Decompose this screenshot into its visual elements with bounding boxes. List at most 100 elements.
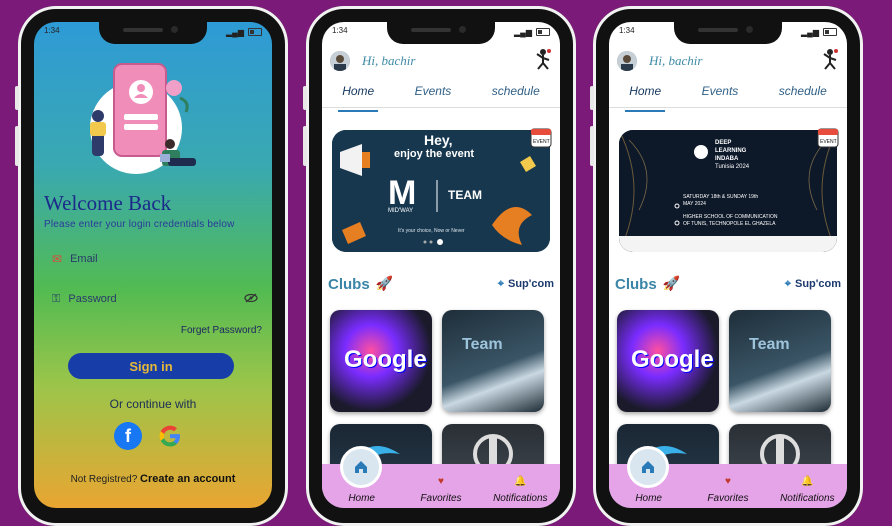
side-button: [590, 126, 594, 166]
login-illustration: [90, 63, 196, 174]
tab-home[interactable]: Home: [338, 84, 379, 112]
home-icon[interactable]: [340, 446, 382, 488]
phone-login: 1:34 ▂▄▆ Welcome Back Please enter your …: [15, 6, 288, 526]
nav-favorites[interactable]: ♥ Favorites: [693, 476, 763, 504]
banner-tagline: It's your choice, Now or Never: [398, 228, 465, 234]
avatar[interactable]: [330, 51, 350, 71]
notch: [387, 22, 495, 44]
status-time: 1:34: [332, 26, 348, 35]
mascot-icon: [534, 48, 552, 74]
google-icon[interactable]: [156, 422, 184, 450]
tab-home[interactable]: Home: [625, 84, 666, 112]
event-banner[interactable]: M Hey, enjoy the event MID'WAY TEAM It's…: [332, 130, 550, 252]
status-time: 1:34: [619, 26, 635, 35]
create-account-link[interactable]: Create an account: [140, 473, 235, 485]
banner-date: SATURDAY 18th & SUNDAY 19th: [683, 194, 759, 200]
login-subtitle: Please enter your login credentials belo…: [44, 219, 235, 230]
sign-in-button[interactable]: Sign in: [68, 353, 234, 379]
register-row: Not Registred? Create an account: [34, 473, 272, 485]
status-time: 1:34: [44, 26, 60, 35]
banner-month: MAY 2024: [683, 201, 706, 207]
bell-icon: 🔔: [801, 476, 814, 487]
nav-home-label: Home: [348, 493, 375, 504]
signal-icon: ▂▄▆: [801, 27, 819, 37]
side-button: [303, 126, 307, 166]
tab-schedule[interactable]: schedule: [492, 84, 540, 106]
event-badge-label: EVENT: [533, 139, 550, 145]
location-selector[interactable]: ⌖ Sup'com: [498, 278, 554, 291]
clubs-title: Clubs: [615, 275, 657, 293]
home-header: Hi, bachir: [617, 48, 839, 74]
email-placeholder: Email: [70, 253, 98, 265]
event-badge-icon: EVENT: [817, 126, 839, 148]
club-card-google[interactable]: Google: [617, 310, 719, 412]
nav-favorites[interactable]: ♥ Favorites: [406, 476, 476, 504]
nav-home[interactable]: Home: [327, 493, 397, 504]
club-card-label: Google: [344, 346, 427, 373]
club-card-label: Team: [462, 336, 503, 353]
banner-line3: INDABA: [715, 156, 739, 162]
side-button: [590, 86, 594, 110]
tab-schedule[interactable]: schedule: [779, 84, 827, 106]
tab-divider: [609, 107, 847, 108]
mail-icon: ✉: [52, 252, 63, 266]
home-header: Hi, bachir: [330, 48, 552, 74]
tab-divider: [322, 107, 560, 108]
avatar[interactable]: [617, 51, 637, 71]
home-screen: 1:34 ▂▄▆ Hi, bachir Home Events schedule…: [322, 22, 560, 508]
club-card-label: Team: [749, 336, 790, 353]
facebook-icon[interactable]: f: [114, 422, 142, 450]
status-icons: ▂▄▆: [514, 26, 550, 38]
notch: [99, 22, 207, 44]
status-icons: ▂▄▆: [226, 26, 262, 38]
clubs-title: Clubs: [328, 275, 370, 293]
banner-brand-team: TEAM: [448, 188, 482, 202]
location-pin-icon: ⌖: [784, 277, 791, 290]
nav-favorites-label: Favorites: [707, 493, 749, 504]
login-screen: 1:34 ▂▄▆ Welcome Back Please enter your …: [34, 22, 272, 508]
location-selector[interactable]: ⌖ Sup'com: [785, 278, 841, 291]
club-card-google[interactable]: Google: [330, 310, 432, 412]
mascot-icon: [821, 48, 839, 74]
notch: [674, 22, 782, 44]
greeting: Hi, bachir: [649, 53, 703, 68]
welcome-title: Welcome Back: [44, 191, 172, 215]
rocket-icon: 🚀: [375, 276, 394, 292]
eye-off-icon[interactable]: [244, 293, 258, 306]
side-button: [303, 86, 307, 110]
nav-home[interactable]: Home: [614, 493, 684, 504]
tab-events[interactable]: Events: [702, 84, 739, 106]
banner-line2: LEARNING: [715, 148, 747, 154]
club-card-team[interactable]: Team: [442, 310, 544, 412]
event-badge-icon: EVENT: [530, 126, 552, 148]
clubs-row: Clubs 🚀 ⌖ Sup'com: [328, 274, 554, 294]
or-continue-label: Or continue with: [109, 397, 197, 411]
status-icons: ▂▄▆: [801, 26, 837, 38]
forgot-password-link[interactable]: Forget Password?: [181, 325, 262, 336]
top-tabs: Home Events schedule: [322, 84, 560, 112]
banner-line4: Tunisia 2024: [715, 164, 750, 170]
phone-home-2: 1:34 ▂▄▆ Hi, bachir Home Events schedule: [590, 6, 863, 526]
battery-icon: [823, 28, 837, 36]
password-field[interactable]: ⚿ Password: [52, 288, 258, 310]
club-card-team[interactable]: Team: [729, 310, 831, 412]
email-field[interactable]: ✉ Email: [52, 248, 258, 270]
social-login: f: [114, 422, 184, 450]
nav-notifications[interactable]: 🔔 Notifications: [485, 476, 555, 504]
nav-notifications-label: Notifications: [493, 493, 548, 504]
rocket-icon: 🚀: [662, 276, 681, 292]
banner-brand-midway: MID'WAY: [388, 208, 414, 214]
nav-notifications[interactable]: 🔔 Notifications: [772, 476, 842, 504]
home-icon[interactable]: [627, 446, 669, 488]
clubs-row: Clubs 🚀 ⌖ Sup'com: [615, 274, 841, 294]
banner-line1: DEEP: [715, 140, 732, 146]
battery-icon: [248, 28, 262, 36]
banner-title: Hey,: [424, 132, 453, 148]
side-button: [15, 126, 19, 166]
password-placeholder: Password: [68, 293, 117, 305]
nav-notifications-label: Notifications: [780, 493, 835, 504]
key-icon: ⚿: [52, 292, 61, 305]
location-pin-icon: ⌖: [497, 277, 504, 290]
event-banner[interactable]: DEEP LEARNING INDABA Tunisia 2024 SATURD…: [619, 130, 837, 252]
tab-events[interactable]: Events: [415, 84, 452, 106]
